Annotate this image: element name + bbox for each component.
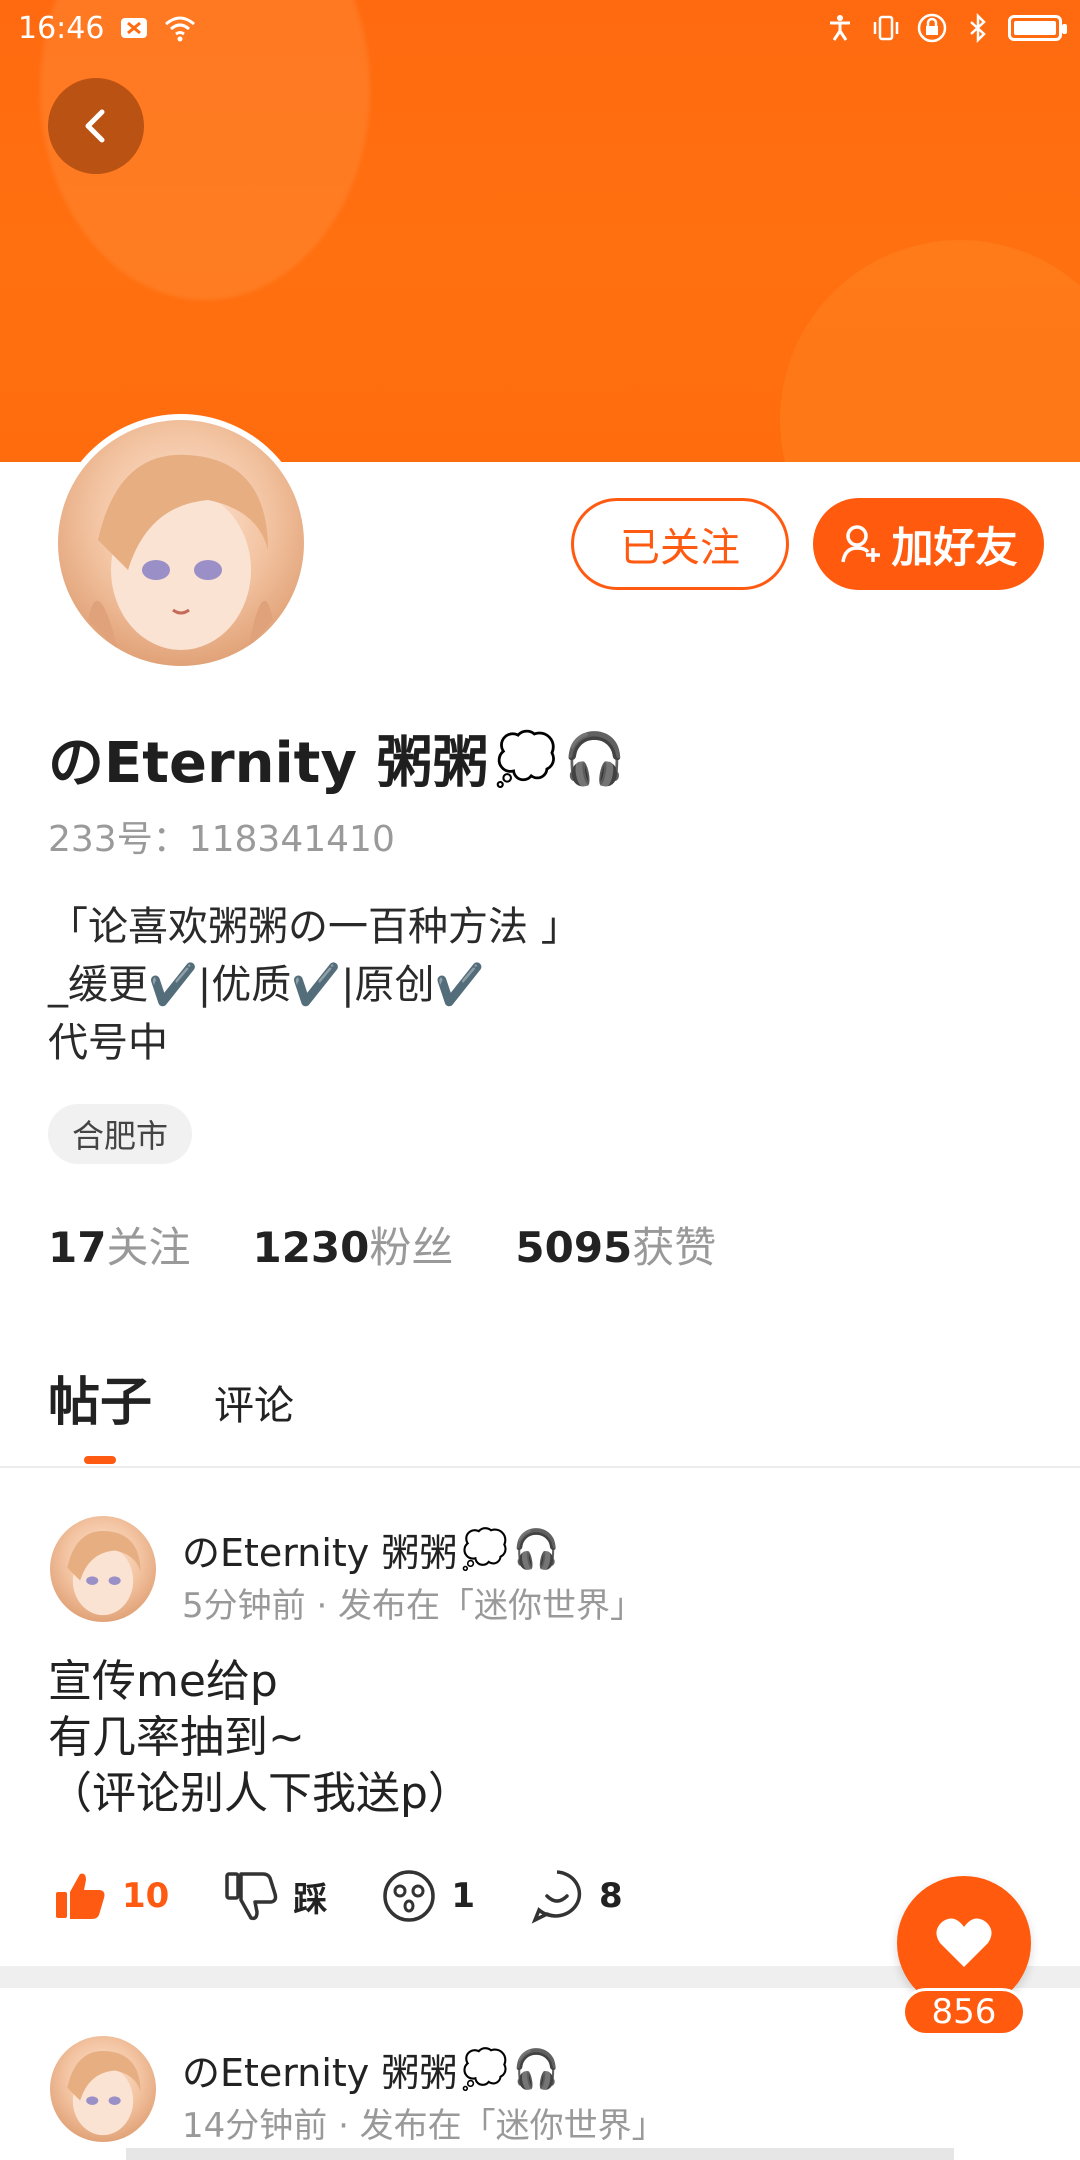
wow-count: 1 bbox=[451, 1876, 475, 1916]
stat-likes[interactable]: 5095获赞 bbox=[515, 1214, 716, 1275]
post-content[interactable]: 宣传me给p 有几率抽到~ （评论别人下我送p） bbox=[48, 1654, 472, 1822]
battery-icon bbox=[1008, 15, 1067, 41]
add-user-icon bbox=[841, 525, 881, 563]
like-button[interactable]: 10 bbox=[52, 1868, 169, 1924]
post-content-line: （评论别人下我送p） bbox=[48, 1768, 472, 1819]
notification-icon bbox=[121, 18, 148, 38]
follow-button[interactable]: 已关注 bbox=[571, 498, 789, 590]
location-tag: 合肥市 bbox=[48, 1104, 193, 1164]
add-friend-button[interactable]: 加好友 bbox=[813, 498, 1044, 590]
profile-bio: 「论喜欢粥粥の一百种方法 」 _缓更✔️|优质✔️|原创✔️ 代号中 bbox=[48, 898, 581, 1072]
back-button[interactable] bbox=[48, 78, 144, 174]
post-author-name: のEternity 粥粥 bbox=[182, 2051, 458, 2095]
post-content-line: 有几率抽到~ bbox=[48, 1712, 305, 1763]
stat-number: 5095 bbox=[515, 1223, 633, 1272]
profile-stats: 17关注 1230粉丝 5095获赞 bbox=[48, 1214, 716, 1275]
bio-line: 代号中 bbox=[48, 1020, 168, 1066]
profile-banner bbox=[0, 0, 1080, 462]
bluetooth-icon bbox=[970, 12, 986, 44]
thumbs-down-icon bbox=[225, 1872, 278, 1921]
accessibility-icon bbox=[830, 15, 850, 41]
post-avatar[interactable] bbox=[50, 2036, 156, 2142]
post-actions: 10 踩 1 8 bbox=[52, 1868, 623, 1924]
stat-label: 获赞 bbox=[632, 1223, 717, 1272]
thumbs-up-icon bbox=[56, 1873, 105, 1919]
post-author-name: のEternity 粥粥 bbox=[182, 1531, 458, 1575]
vibrate-icon bbox=[873, 15, 899, 41]
wifi-icon bbox=[165, 16, 196, 42]
comment-icon bbox=[531, 1870, 582, 1924]
lock-icon bbox=[917, 13, 947, 43]
stat-label: 关注 bbox=[106, 1223, 191, 1272]
post-author[interactable]: のEternity 粥粥 💭 🎧 bbox=[182, 1522, 560, 1577]
bio-line: 「论喜欢粥粥の一百种方法 」 bbox=[48, 904, 581, 950]
post-author[interactable]: のEternity 粥粥 💭 🎧 bbox=[182, 2042, 560, 2097]
comment-count: 8 bbox=[599, 1876, 623, 1916]
headphones-icon: 🎧 bbox=[512, 1527, 561, 1571]
thought-bubble-icon: 💭 bbox=[461, 1527, 509, 1571]
wow-face-icon bbox=[383, 1870, 436, 1922]
like-count: 10 bbox=[122, 1876, 170, 1916]
stat-number: 1230 bbox=[252, 1223, 370, 1272]
stat-number: 17 bbox=[48, 1223, 107, 1272]
chevron-left-icon bbox=[85, 109, 105, 143]
bio-line: _缓更✔️|优质✔️|原创✔️ bbox=[48, 962, 485, 1008]
comment-button[interactable]: 8 bbox=[529, 1868, 623, 1924]
add-friend-label: 加好友 bbox=[891, 522, 1018, 572]
wow-reaction-button[interactable]: 1 bbox=[381, 1868, 475, 1924]
profile-id: 233号：118341410 bbox=[48, 819, 395, 860]
tab-posts-label: 帖子 bbox=[48, 1373, 153, 1433]
divider bbox=[0, 1466, 1080, 1468]
stat-label: 粉丝 bbox=[369, 1223, 454, 1272]
status-time: 16:46 bbox=[18, 10, 105, 46]
dislike-label: 踩 bbox=[293, 1879, 328, 1920]
post-meta: 5分钟前 · 发布在「迷你世界」 bbox=[182, 1586, 645, 1626]
tab-comments[interactable]: 评论 bbox=[214, 1373, 294, 1435]
post-content-line: 宣传me给p bbox=[48, 1656, 278, 1707]
profile-avatar[interactable] bbox=[52, 414, 310, 672]
headphones-icon: 🎧 bbox=[563, 728, 626, 788]
status-bar: 16:46 bbox=[0, 0, 1080, 56]
dislike-button[interactable]: 踩 bbox=[223, 1868, 327, 1924]
banner-glow bbox=[780, 240, 1080, 462]
stat-following[interactable]: 17关注 bbox=[48, 1214, 190, 1275]
profile-tabs: 帖子 评论 bbox=[48, 1360, 294, 1464]
tab-indicator bbox=[84, 1456, 116, 1464]
stat-fans[interactable]: 1230粉丝 bbox=[252, 1214, 453, 1275]
thought-bubble-icon: 💭 bbox=[461, 2047, 509, 2091]
profile-name-text: のEternity 粥粥 bbox=[48, 731, 489, 796]
heart-icon bbox=[936, 1918, 992, 1967]
post-meta: 14分钟前 · 发布在「迷你世界」 bbox=[182, 2106, 666, 2146]
post-avatar[interactable] bbox=[50, 1516, 156, 1622]
headphones-icon: 🎧 bbox=[512, 2047, 561, 2091]
fab-count-badge: 856 bbox=[902, 1988, 1026, 2036]
thought-bubble-icon: 💭 bbox=[494, 728, 558, 788]
avatar-image bbox=[58, 420, 304, 666]
profile-name: のEternity 粥粥 💭 🎧 bbox=[48, 718, 626, 799]
tab-posts[interactable]: 帖子 bbox=[48, 1360, 153, 1464]
image-strip bbox=[126, 2148, 954, 2160]
